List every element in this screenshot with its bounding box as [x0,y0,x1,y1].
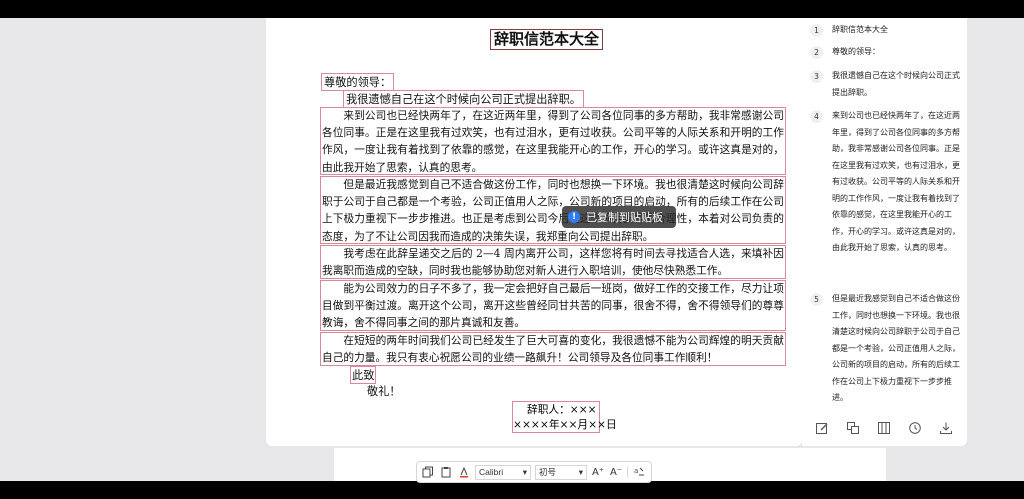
toolbar-divider [627,466,628,478]
outline-text: 尊敬的领导： [832,47,880,56]
paragraph-1: 来到公司也已经快两年了，在这近两年里，得到了公司各位同事的多方帮助，我非常感谢公… [322,109,784,174]
info-icon: ! [568,211,580,223]
format-toolbar: Calibri ▾ 初号 ▾ A⁺ A⁻ a [416,461,652,483]
font-size-select[interactable]: 初号 ▾ [535,464,587,480]
opening-line: 我很遗憾自己在这个时候向公司正式提出辞职。 [343,90,584,108]
chevron-down-icon: ▾ [522,466,527,477]
font-size-value: 初号 [539,467,557,477]
panel-toolbar [814,420,954,436]
copied-toast: ! 已复制到贴贴板 [562,206,676,228]
outline-item[interactable]: 5 但是最近我感觉到自己不适合做这份工作，同时也想换一下环境。我也很清楚这时候向… [810,291,960,409]
download-icon[interactable] [938,420,954,436]
outline-text: 来到公司也已经快两年了，在这近两年里，得到了公司各位同事的多方帮助，我非常感谢公… [832,111,960,252]
paste-icon[interactable] [439,465,453,479]
paragraph-4: 能为公司效力的日子不多了，我一定会把好自己最后一班岗，做好工作的交接工作，尽力让… [322,282,784,330]
toast-text: 已复制到贴贴板 [586,211,663,224]
chevron-down-icon: ▾ [578,466,583,477]
copy-icon[interactable] [421,465,435,479]
paragraph-5: 在短短的两年时间我们公司已经发生了巨大可喜的变化，我很遗憾不能为公司辉煌的明天贡… [322,334,784,365]
text-style-icon[interactable]: a [632,465,646,479]
history-icon[interactable] [907,420,923,436]
paragraph-3: 我考虑在此辞呈递交之后的 2—4 周内离开公司，这样您将有时间去寻找适合人选，来… [322,247,784,278]
outline-number: 5 [810,293,823,306]
outline-text: 辞职信范本大全 [832,25,888,34]
closing-line-2: 敬礼！ [367,385,401,398]
date-line: ××××年××月××日 [513,418,617,431]
greeting: 尊敬的领导： [321,73,395,91]
translate-icon[interactable] [845,420,861,436]
outline-item[interactable]: 3 我很遗憾自己在这个时候向公司正式提出辞职。 [810,68,960,101]
outline-number: 2 [810,46,823,59]
outline-text: 但是最近我感觉到自己不适合做这份工作，同时也想换一下环境。我也很清楚这时候向公司… [832,294,960,402]
document-page[interactable]: 辞职信范本大全 尊敬的领导： 我很遗憾自己在这个时候向公司正式提出辞职。 来到公… [266,18,802,446]
closing-line-1: 此致 [350,366,377,384]
signer-line: 辞职人：××× [527,403,597,416]
outline-number: 4 [810,110,823,123]
outline-panel: 1 辞职信范本大全 2 尊敬的领导： 3 我很遗憾自己在这个时候向公司正式提出辞… [802,18,967,446]
svg-text:a: a [634,467,638,475]
outline-number: 1 [810,24,823,37]
signature-block: 辞职人：××× ××××年××月××日 [512,401,617,433]
font-shrink-button[interactable]: A⁻ [609,465,623,479]
text-color-icon[interactable] [457,465,471,479]
paragraph-2: 但是最近我感觉到自己不适合做这份工作，同时也想换一下环境。我也很清楚这时候向公司… [322,178,784,243]
document-title: 辞职信范本大全 [490,29,604,50]
outline-number: 3 [810,70,823,83]
outline-text: 我很遗憾自己在这个时候向公司正式提出辞职。 [832,71,960,97]
edit-icon[interactable] [814,420,830,436]
font-name: Calibri [479,467,504,477]
font-select[interactable]: Calibri ▾ [475,464,531,480]
layout-icon[interactable] [876,420,892,436]
outline-item[interactable]: 4 来到公司也已经快两年了，在这近两年里，得到了公司各位同事的多方帮助，我非常感… [810,108,960,284]
outline-item[interactable]: 2 尊敬的领导： [810,44,960,61]
outline-item[interactable]: 1 辞职信范本大全 [810,22,960,39]
font-grow-button[interactable]: A⁺ [591,465,605,479]
